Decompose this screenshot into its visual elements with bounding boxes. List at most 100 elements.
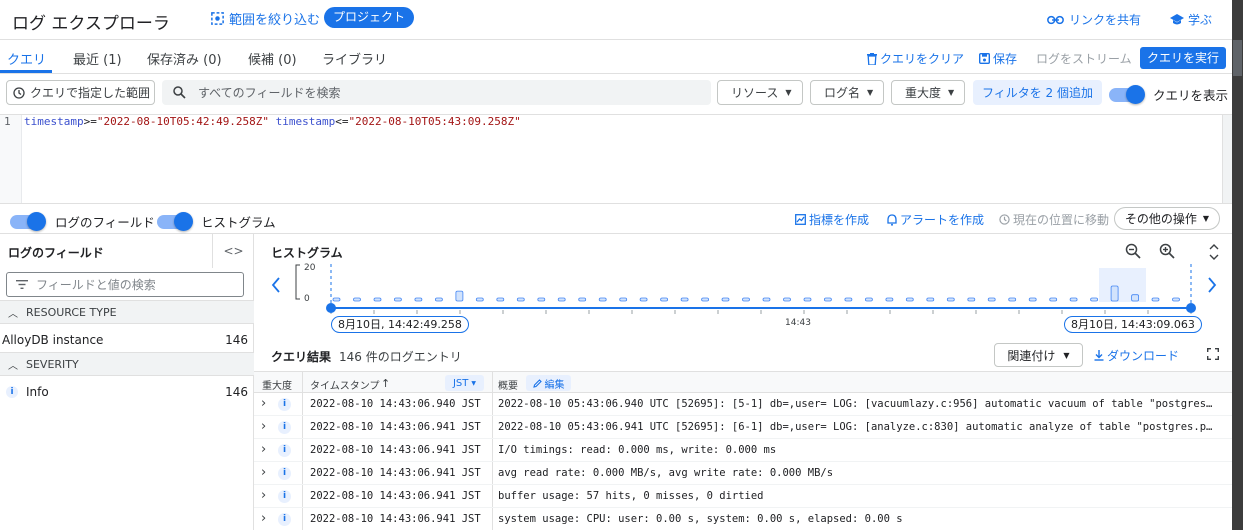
show-query-toggle[interactable]: クエリを表示 <box>1109 84 1228 104</box>
histogram-bar[interactable] <box>578 297 587 302</box>
sort-dropdown[interactable]: 関連付け ▼ <box>994 343 1083 367</box>
histogram-bar[interactable] <box>1151 297 1160 302</box>
histogram-bar[interactable] <box>496 297 505 302</box>
histogram-bar[interactable] <box>1172 297 1180 302</box>
run-query-button[interactable]: クエリを実行 <box>1140 47 1227 69</box>
row-summary[interactable]: I/O timings: read: 0.000 ms, write: 0.00… <box>498 444 1216 456</box>
histogram-bar[interactable] <box>1131 294 1139 302</box>
project-chip[interactable]: プロジェクト <box>324 7 415 28</box>
timezone-dropdown[interactable]: JST ▼ <box>445 375 484 391</box>
tab-suggested[interactable]: 候補 (0) <box>248 49 297 68</box>
table-row[interactable]: › i 2022-08-10 14:43:06.941 JST I/O timing… <box>254 439 1232 462</box>
share-link-button[interactable]: リンクを共有 <box>1047 11 1141 28</box>
histogram-toggle[interactable]: ヒストグラム <box>157 211 276 231</box>
histogram-bar[interactable] <box>660 297 669 302</box>
table-row[interactable]: › i 2022-08-10 14:43:06.941 JST system usa… <box>254 508 1232 530</box>
save-button[interactable]: 保存 <box>979 50 1017 67</box>
query-range-button[interactable]: クエリで指定した範囲 <box>6 80 155 105</box>
zoom-out-icon[interactable] <box>1125 243 1141 263</box>
table-row[interactable]: › i 2022-08-10 14:43:06.940 JST 2022-08-10 … <box>254 393 1232 416</box>
histogram-bar[interactable] <box>393 297 402 302</box>
range-start-handle[interactable] <box>326 303 336 313</box>
histogram-bar[interactable] <box>987 297 996 302</box>
collapse-panel-icon[interactable]: <> <box>212 234 254 268</box>
histogram-bar[interactable] <box>701 297 710 302</box>
histogram-bar[interactable] <box>475 297 484 302</box>
histogram-bar[interactable] <box>414 297 423 302</box>
range-end-chip[interactable]: 8月10日, 14:43:09.063 <box>1064 316 1202 333</box>
toggle-switch[interactable] <box>157 211 193 231</box>
histogram-bar[interactable] <box>639 297 648 302</box>
query-editor[interactable]: 1 timestamp>="2022-08-10T05:42:49.258Z" … <box>0 114 1232 204</box>
jump-to-now-button[interactable]: 現在の位置に移動 <box>999 211 1109 228</box>
range-end-handle[interactable] <box>1186 303 1196 313</box>
timestamp-column-header[interactable]: タイムスタンプ <box>310 377 380 392</box>
severity-column-header[interactable]: 重大度 <box>262 377 292 392</box>
tab-query[interactable]: クエリ <box>7 49 46 68</box>
add-filters-button[interactable]: フィルタを 2 個追加 <box>973 80 1102 105</box>
histogram-bar[interactable] <box>721 297 730 302</box>
histogram-bar[interactable] <box>967 297 976 302</box>
histogram-bar[interactable] <box>742 297 750 302</box>
expand-row-icon[interactable]: › <box>261 465 266 480</box>
learn-button[interactable]: 学ぶ <box>1170 11 1212 28</box>
stream-logs-button[interactable]: ログをストリーム <box>1036 50 1132 67</box>
histogram-bar[interactable] <box>783 297 791 302</box>
histogram-bar[interactable] <box>926 297 935 302</box>
sort-arrow-up-icon[interactable]: ↑ <box>381 377 390 390</box>
histogram-bar[interactable] <box>885 297 894 302</box>
range-start-chip[interactable]: 8月10日, 14:42:49.258 <box>331 316 469 333</box>
histogram-bar[interactable] <box>824 297 832 302</box>
histogram-bar[interactable] <box>762 297 771 302</box>
window-scrollbar[interactable] <box>1232 0 1243 530</box>
search-input[interactable]: すべてのフィールドを検索 <box>162 80 711 105</box>
tab-saved[interactable]: 保存済み (0) <box>147 49 222 68</box>
clear-query-button[interactable]: クエリをクリア <box>867 50 964 67</box>
histogram-bar[interactable] <box>619 297 628 302</box>
histogram-bar[interactable] <box>1049 297 1058 302</box>
more-actions-button[interactable]: その他の操作 ▼ <box>1114 207 1220 230</box>
create-metric-button[interactable]: 指標を作成 <box>795 211 869 228</box>
resource-type-section-header[interactable]: ︿ RESOURCE TYPE <box>0 300 254 324</box>
histogram-bar[interactable] <box>598 297 607 302</box>
tab-recent[interactable]: 最近 (1) <box>73 49 122 68</box>
row-summary[interactable]: buffer usage: 57 hits, 0 misses, 0 dirti… <box>498 490 1216 502</box>
expand-vertical-icon[interactable] <box>1209 244 1219 263</box>
histogram-bar[interactable] <box>516 297 525 302</box>
histogram-bar[interactable] <box>557 297 566 302</box>
severity-dropdown[interactable]: 重大度 ▼ <box>891 80 965 105</box>
expand-row-icon[interactable]: › <box>261 511 266 526</box>
log-fields-toggle[interactable]: ログのフィールド <box>10 211 155 231</box>
table-row[interactable]: › i 2022-08-10 14:43:06.941 JST avg read r… <box>254 462 1232 485</box>
histogram-bar[interactable] <box>537 297 546 302</box>
row-summary[interactable]: avg read rate: 0.000 MB/s, avg write rat… <box>498 467 1216 479</box>
histogram-bar[interactable] <box>1090 297 1098 302</box>
toggle-switch[interactable] <box>1109 84 1145 104</box>
edit-summary-button[interactable]: 編集 <box>526 375 571 391</box>
row-summary[interactable]: system usage: CPU: user: 0.00 s, system:… <box>498 513 1216 525</box>
histogram-bar[interactable] <box>680 297 689 302</box>
field-value-row[interactable]: i Info 146 <box>0 380 254 404</box>
query-text[interactable]: timestamp>="2022-08-10T05:42:49.258Z" ti… <box>24 115 521 128</box>
histogram-bar[interactable] <box>455 290 464 302</box>
download-button[interactable]: ダウンロード <box>1094 347 1179 364</box>
scrollbar-thumb[interactable] <box>1233 40 1242 76</box>
expand-row-icon[interactable]: › <box>261 442 266 457</box>
histogram-prev-icon[interactable] <box>271 277 281 296</box>
histogram-bar[interactable] <box>1069 297 1078 302</box>
editor-scrollbar[interactable] <box>1222 115 1232 203</box>
histogram-bar[interactable] <box>844 297 853 302</box>
fullscreen-icon[interactable] <box>1206 347 1220 364</box>
toggle-switch[interactable] <box>10 211 46 231</box>
histogram-bar[interactable] <box>373 297 382 302</box>
expand-row-icon[interactable]: › <box>261 419 266 434</box>
table-row[interactable]: › i 2022-08-10 14:43:06.941 JST 2022-08-10 … <box>254 416 1232 439</box>
histogram-bar[interactable] <box>332 297 341 302</box>
histogram-next-icon[interactable] <box>1207 277 1217 296</box>
expand-row-icon[interactable]: › <box>261 396 266 411</box>
row-summary[interactable]: 2022-08-10 05:43:06.940 UTC [52695]: [5-… <box>498 398 1216 410</box>
histogram-bar[interactable] <box>1028 297 1037 302</box>
histogram-bar[interactable] <box>1008 297 1017 302</box>
histogram-bar[interactable] <box>434 297 443 302</box>
field-value-row[interactable]: AlloyDB instance 146 <box>0 328 254 352</box>
